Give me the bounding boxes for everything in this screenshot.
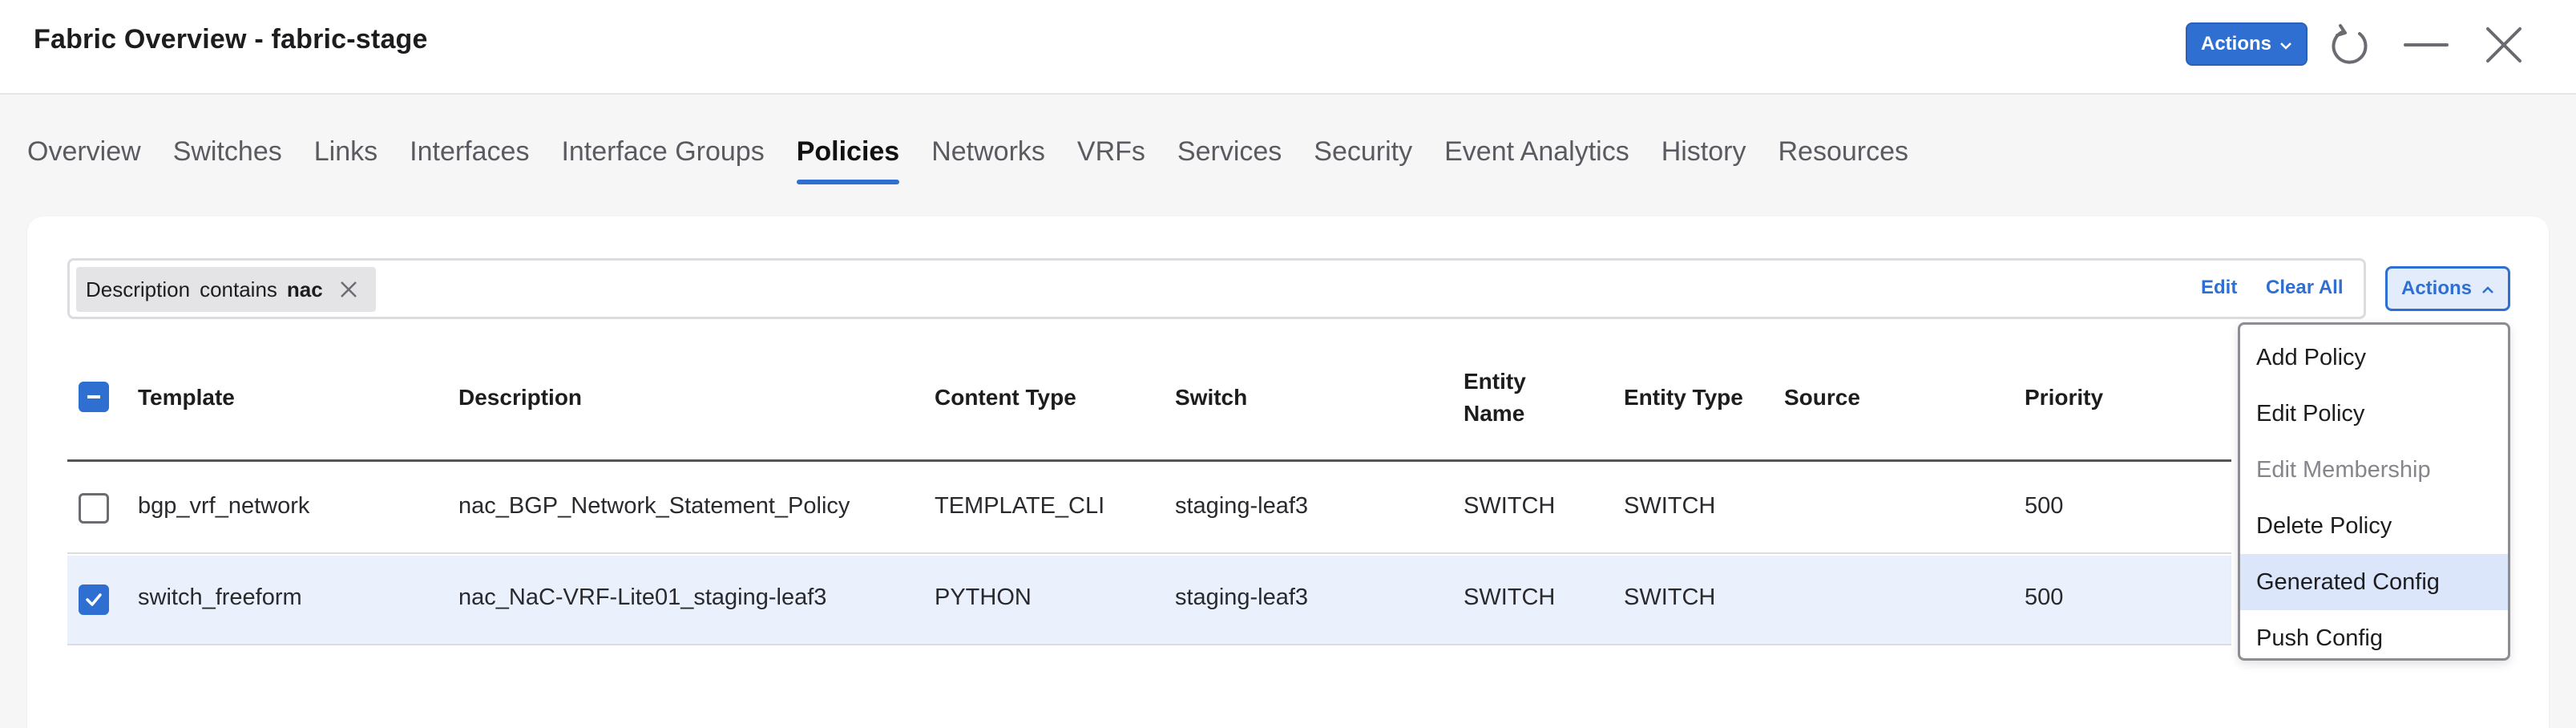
- cell-switch: staging-leaf3: [1175, 584, 1309, 610]
- top-bar: Fabric Overview - fabric-stage Actions: [0, 0, 2576, 95]
- tab-bar: Overview Switches Links Interfaces Inter…: [27, 136, 1940, 184]
- cell-content-type: TEMPLATE_CLI: [935, 493, 1105, 519]
- row-checkbox[interactable]: [79, 493, 109, 524]
- column-priority[interactable]: Priority: [2025, 382, 2103, 414]
- column-template[interactable]: Template: [138, 382, 235, 414]
- chevron-down-icon: [2279, 37, 2292, 54]
- table-row[interactable]: switch_freeform nac_NaC-VRF-Lite01_stagi…: [67, 556, 2231, 645]
- tab-interfaces[interactable]: Interfaces: [410, 136, 529, 184]
- tab-vrfs[interactable]: VRFs: [1077, 136, 1145, 184]
- tab-history[interactable]: History: [1661, 136, 1746, 184]
- column-entity-name-line1: Entity: [1464, 369, 1526, 394]
- cell-content-type: PYTHON: [935, 584, 1032, 610]
- menu-item-generated-config[interactable]: Generated Config: [2240, 554, 2508, 610]
- table-header: Template Description Content Type Switch…: [67, 353, 2231, 462]
- column-entity-name[interactable]: Entity Name: [1464, 366, 1526, 430]
- cell-switch: staging-leaf3: [1175, 493, 1309, 519]
- refresh-icon[interactable]: [2324, 19, 2376, 71]
- menu-item-add-policy[interactable]: Add Policy: [2240, 330, 2508, 386]
- close-icon[interactable]: [2478, 19, 2530, 71]
- actions-button[interactable]: Actions: [2186, 22, 2307, 66]
- column-entity-name-line2: Name: [1464, 401, 1525, 426]
- cell-entity-name: SWITCH: [1464, 493, 1556, 519]
- table-actions-label: Actions: [2400, 277, 2472, 299]
- tab-resources[interactable]: Resources: [1778, 136, 1908, 184]
- tab-event-analytics[interactable]: Event Analytics: [1444, 136, 1629, 184]
- filter-chip-value: nac: [286, 277, 323, 301]
- column-content-type[interactable]: Content Type: [935, 382, 1076, 414]
- page-title: Fabric Overview - fabric-stage: [34, 24, 428, 55]
- menu-item-delete-policy[interactable]: Delete Policy: [2240, 498, 2508, 554]
- filter-chip[interactable]: Description contains nac: [76, 267, 376, 312]
- actions-dropdown-menu: Add Policy Edit Policy Edit Membership D…: [2238, 322, 2510, 661]
- cell-template: switch_freeform: [138, 584, 302, 610]
- cell-entity-type: SWITCH: [1624, 493, 1716, 519]
- cell-entity-type: SWITCH: [1624, 584, 1716, 610]
- menu-item-edit-policy[interactable]: Edit Policy: [2240, 386, 2508, 442]
- checkmark-icon: [86, 593, 102, 606]
- cell-description: nac_BGP_Network_Statement_Policy: [458, 493, 850, 519]
- cell-entity-name: SWITCH: [1464, 584, 1556, 610]
- tab-networks[interactable]: Networks: [931, 136, 1045, 184]
- tab-services[interactable]: Services: [1177, 136, 1282, 184]
- cell-priority: 500: [2025, 584, 2064, 610]
- filter-bar[interactable]: Description contains nac: [67, 258, 2366, 319]
- select-all-checkbox[interactable]: [79, 382, 109, 412]
- menu-item-push-config[interactable]: Push Config: [2240, 610, 2508, 666]
- cell-description: nac_NaC-VRF-Lite01_staging-leaf3: [458, 584, 827, 610]
- filter-chip-field: Description: [86, 277, 191, 301]
- column-source[interactable]: Source: [1784, 382, 1860, 414]
- tab-links[interactable]: Links: [314, 136, 378, 184]
- tab-switches[interactable]: Switches: [173, 136, 282, 184]
- chevron-up-icon: [2481, 277, 2494, 300]
- tab-security[interactable]: Security: [1314, 136, 1412, 184]
- cell-priority: 500: [2025, 493, 2064, 519]
- column-description[interactable]: Description: [458, 382, 582, 414]
- tab-policies[interactable]: Policies: [796, 136, 899, 184]
- edit-filter-link[interactable]: Edit: [2201, 277, 2237, 299]
- column-entity-type[interactable]: Entity Type: [1624, 382, 1743, 414]
- clear-all-link[interactable]: Clear All: [2266, 277, 2343, 299]
- tab-interface-groups[interactable]: Interface Groups: [561, 136, 764, 184]
- tab-overview[interactable]: Overview: [27, 136, 141, 184]
- remove-filter-icon[interactable]: [337, 278, 360, 301]
- minus-icon: [87, 395, 100, 398]
- cell-template: bgp_vrf_network: [138, 493, 310, 519]
- minimize-icon[interactable]: [2400, 19, 2452, 71]
- table-actions-button[interactable]: Actions: [2385, 266, 2510, 311]
- column-switch[interactable]: Switch: [1175, 382, 1247, 414]
- actions-button-label: Actions: [2200, 33, 2271, 55]
- table-row[interactable]: bgp_vrf_network nac_BGP_Network_Statemen…: [67, 464, 2231, 554]
- menu-item-edit-membership: Edit Membership: [2256, 456, 2431, 483]
- filter-chip-operator: contains: [200, 277, 277, 301]
- row-checkbox[interactable]: [79, 584, 109, 615]
